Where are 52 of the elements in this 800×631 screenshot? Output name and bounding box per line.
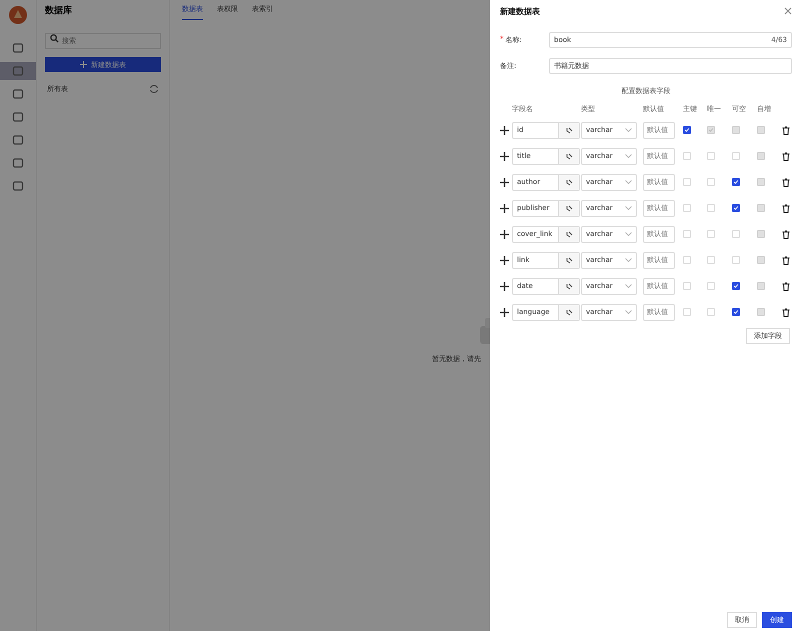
nav-icon xyxy=(12,134,24,146)
delete-icon[interactable] xyxy=(782,230,790,238)
drag-plus-icon[interactable] xyxy=(500,308,509,316)
drag-plus-icon[interactable] xyxy=(500,204,509,212)
caret-icon xyxy=(625,310,632,314)
nav-icon xyxy=(12,180,24,192)
logo-icon xyxy=(9,6,27,24)
caret-icon xyxy=(625,154,632,158)
edit-icon[interactable] xyxy=(566,152,572,160)
plus-icon xyxy=(80,60,87,68)
caret-icon xyxy=(625,232,632,236)
nav-icon xyxy=(12,42,24,54)
caret-icon xyxy=(625,180,632,184)
checkbox[interactable] xyxy=(683,126,691,134)
nav-icon xyxy=(12,157,24,169)
panel-title: 数据库 xyxy=(45,4,73,18)
delete-icon[interactable] xyxy=(782,256,790,264)
drag-plus-icon[interactable] xyxy=(500,178,509,186)
caret-icon xyxy=(625,258,632,262)
nav-icon xyxy=(12,88,24,100)
drag-plus-icon[interactable] xyxy=(500,230,509,238)
drawer-title: 新建数据表 xyxy=(500,6,540,16)
nav-icon xyxy=(12,65,24,77)
nav-icon xyxy=(12,111,24,123)
delete-icon[interactable] xyxy=(782,308,790,316)
delete-icon[interactable] xyxy=(782,204,790,212)
refresh-icon[interactable] xyxy=(149,84,159,94)
delete-icon[interactable] xyxy=(782,282,790,290)
edit-icon[interactable] xyxy=(566,282,572,290)
drag-plus-icon[interactable] xyxy=(500,256,509,264)
edit-icon[interactable] xyxy=(566,126,572,134)
drag-plus-icon[interactable] xyxy=(500,126,509,134)
edit-icon[interactable] xyxy=(566,204,572,212)
delete-icon[interactable] xyxy=(782,126,790,134)
checkbox[interactable] xyxy=(732,178,740,186)
nav-item[interactable] xyxy=(0,62,36,80)
checkbox[interactable] xyxy=(732,204,740,212)
caret-icon xyxy=(625,284,632,288)
edit-icon[interactable] xyxy=(566,256,572,264)
drag-plus-icon[interactable] xyxy=(500,152,509,160)
edit-icon[interactable] xyxy=(566,308,572,316)
checkbox[interactable] xyxy=(732,308,740,316)
search-icon xyxy=(50,34,59,43)
edit-icon[interactable] xyxy=(566,230,572,238)
caret-icon xyxy=(625,206,632,210)
checkbox[interactable] xyxy=(732,282,740,290)
close-icon[interactable] xyxy=(784,7,792,15)
edit-icon[interactable] xyxy=(566,178,572,186)
drag-plus-icon[interactable] xyxy=(500,282,509,290)
delete-icon[interactable] xyxy=(782,178,790,186)
caret-icon xyxy=(625,128,632,132)
delete-icon[interactable] xyxy=(782,152,790,160)
